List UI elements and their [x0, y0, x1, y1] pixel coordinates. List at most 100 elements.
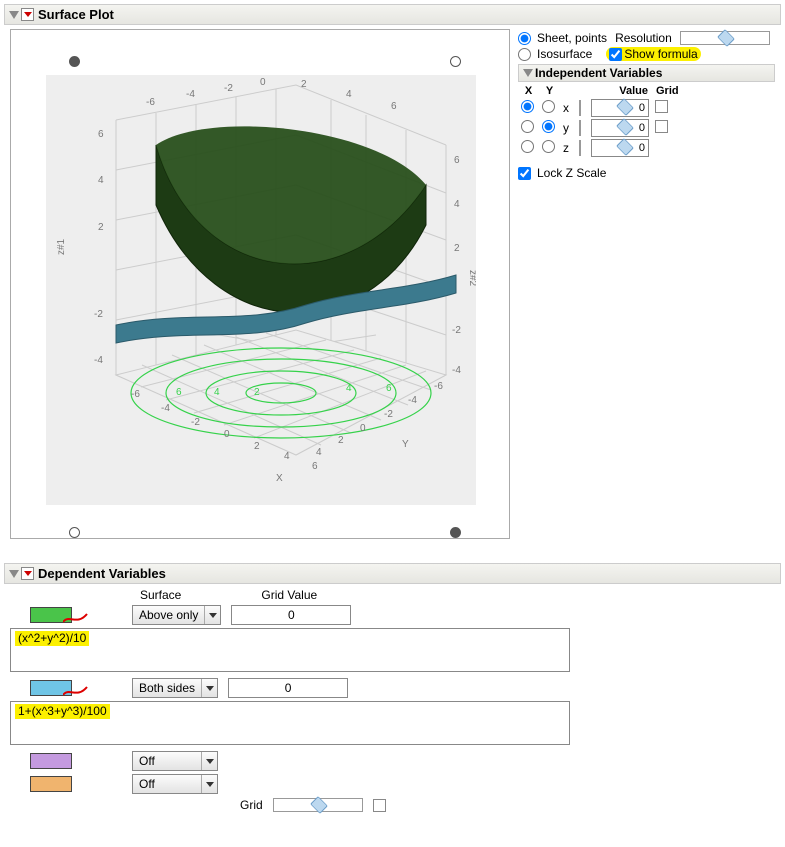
surface-mode-dropdown-1[interactable]: Above only: [132, 605, 221, 625]
color-swatch-3[interactable]: [30, 753, 72, 769]
lock-z-scale-checkbox[interactable]: [518, 167, 531, 180]
svg-text:-6: -6: [434, 381, 443, 392]
y-axis-radio-z[interactable]: [542, 140, 555, 153]
svg-text:z#1: z#1: [56, 238, 67, 255]
svg-text:4: 4: [454, 199, 460, 210]
svg-text:4: 4: [346, 89, 352, 100]
svg-text:6: 6: [312, 461, 318, 472]
ivar-row-y: y: [518, 118, 683, 138]
panel-title: Surface Plot: [38, 7, 114, 22]
svg-text:4: 4: [316, 447, 322, 458]
col-grid: Grid: [652, 84, 683, 98]
formula-box-1[interactable]: (x^2+y^2)/10: [10, 628, 570, 672]
panel-menu-icon[interactable]: [21, 567, 34, 580]
svg-text:2: 2: [254, 441, 260, 452]
svg-text:4: 4: [284, 451, 290, 462]
svg-text:-6: -6: [131, 389, 140, 400]
show-formula-checkbox[interactable]: [609, 48, 622, 61]
ivar-slider-z[interactable]: [579, 140, 581, 156]
gridvalue-input-1[interactable]: [231, 605, 351, 625]
y-axis-radio-y[interactable]: [542, 120, 555, 133]
sheet-points-label: Sheet, points: [537, 31, 607, 45]
depvars-title: Dependent Variables: [38, 566, 166, 581]
ivar-row-z: z: [518, 138, 683, 158]
ivar-slider-x[interactable]: [579, 100, 581, 116]
rotate-handle-ne[interactable]: [450, 56, 461, 67]
x-axis-radio-y[interactable]: [521, 120, 534, 133]
show-formula-label: Show formula: [624, 47, 697, 61]
lock-z-scale-label: Lock Z Scale: [537, 166, 606, 180]
ivar-grid-y[interactable]: [655, 120, 668, 133]
surface-mode-dropdown-4[interactable]: Off: [132, 774, 218, 794]
svg-text:X: X: [274, 75, 282, 78]
svg-text:2: 2: [254, 387, 260, 398]
svg-text:-4: -4: [408, 395, 417, 406]
svg-text:2: 2: [338, 435, 344, 446]
svg-text:X: X: [276, 473, 283, 484]
y-axis-radio-x[interactable]: [542, 100, 555, 113]
independent-variables-table: X Y Value Grid x y: [518, 84, 683, 158]
ivar-row-x: x: [518, 98, 683, 118]
svg-text:4: 4: [98, 175, 104, 186]
surface-mode-dropdown-2[interactable]: Both sides: [132, 678, 218, 698]
depvar-row-4: Off: [30, 774, 775, 794]
formula-box-2[interactable]: 1+(x^3+y^3)/100: [10, 701, 570, 745]
surface-column-label: Surface: [140, 588, 181, 602]
formula-text-2: 1+(x^3+y^3)/100: [15, 704, 110, 719]
rotate-handle-se[interactable]: [450, 527, 461, 538]
svg-text:-4: -4: [186, 89, 195, 100]
grid-slider[interactable]: [273, 798, 363, 812]
x-axis-radio-x[interactable]: [521, 100, 534, 113]
svg-text:-2: -2: [452, 325, 461, 336]
svg-text:0: 0: [360, 423, 366, 434]
isosurface-radio[interactable]: [518, 48, 531, 61]
disclosure-icon[interactable]: [523, 69, 533, 77]
color-swatch-1[interactable]: [30, 607, 72, 623]
grid-slider-gridbox[interactable]: [373, 799, 386, 812]
svg-text:z#2: z#2: [467, 270, 476, 287]
svg-text:Y: Y: [402, 439, 409, 450]
sheet-points-radio[interactable]: [518, 32, 531, 45]
svg-text:6: 6: [386, 383, 392, 394]
svg-text:4: 4: [214, 387, 220, 398]
resolution-label: Resolution: [615, 31, 672, 45]
depvar-row-1: Above only: [30, 605, 775, 625]
plot-canvas[interactable]: -6 -4 -2 0 2 4 6 X 6 4 2 -2 -4 z#1 6: [46, 75, 476, 505]
dependent-variables-header: Dependent Variables: [4, 563, 781, 584]
color-swatch-2[interactable]: [30, 680, 72, 696]
ivars-title: Independent Variables: [535, 66, 662, 80]
svg-text:2: 2: [454, 243, 460, 254]
svg-text:-4: -4: [452, 365, 461, 376]
isosurface-label: Isosurface: [537, 47, 592, 61]
x-axis-radio-z[interactable]: [521, 140, 534, 153]
ivar-name: z: [560, 138, 572, 158]
surface-mode-dropdown-3[interactable]: Off: [132, 751, 218, 771]
resolution-slider[interactable]: [680, 31, 770, 45]
disclosure-icon[interactable]: [9, 570, 19, 578]
disclosure-icon[interactable]: [9, 11, 19, 19]
surface-plot-header: Surface Plot: [4, 4, 781, 25]
color-swatch-4[interactable]: [30, 776, 72, 792]
rotate-handle-sw[interactable]: [69, 527, 80, 538]
formula-text-1: (x^2+y^2)/10: [15, 631, 89, 646]
ivar-slider-y[interactable]: [579, 120, 581, 136]
panel-menu-icon[interactable]: [21, 8, 34, 21]
svg-text:2: 2: [301, 79, 307, 90]
gridvalue-input-2[interactable]: [228, 678, 348, 698]
svg-text:6: 6: [98, 129, 104, 140]
rotate-handle-nw[interactable]: [69, 56, 80, 67]
ivar-grid-x[interactable]: [655, 100, 668, 113]
depvar-row-3: Off: [30, 751, 775, 771]
svg-text:6: 6: [454, 155, 460, 166]
ivar-name: y: [560, 118, 572, 138]
independent-variables-header: Independent Variables: [518, 64, 775, 82]
gridvalue-column-label: Grid Value: [261, 588, 317, 602]
svg-text:-2: -2: [94, 309, 103, 320]
grid-slider-label: Grid: [240, 798, 263, 812]
surface-plot-viewport[interactable]: -6 -4 -2 0 2 4 6 X 6 4 2 -2 -4 z#1 6: [10, 29, 510, 539]
svg-text:2: 2: [98, 222, 104, 233]
svg-text:0: 0: [260, 77, 266, 88]
col-y: Y: [539, 84, 560, 98]
svg-text:-2: -2: [384, 409, 393, 420]
svg-text:6: 6: [176, 387, 182, 398]
